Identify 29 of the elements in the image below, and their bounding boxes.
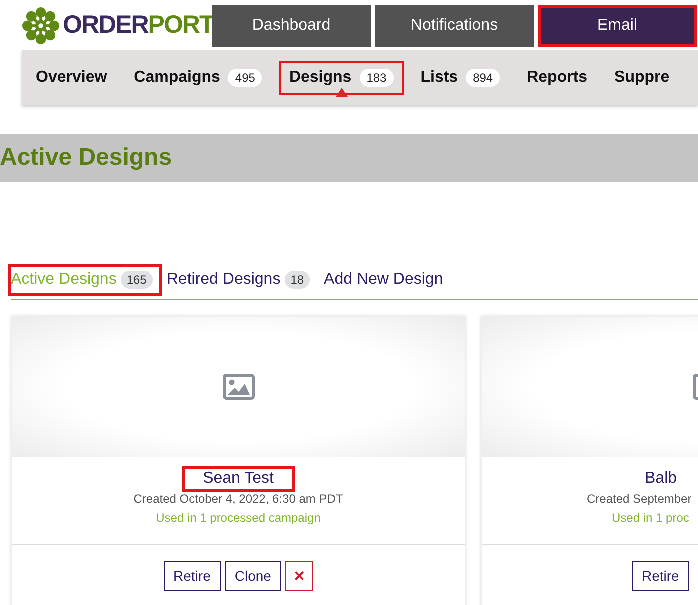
count-badge: 894	[466, 68, 500, 86]
design-name-link[interactable]: Balb	[645, 469, 678, 489]
tab[interactable]: Retired Designs 18	[166, 267, 316, 293]
sub-nav-link[interactable]: Suppre	[606, 62, 678, 92]
page-title: Active Designs	[0, 144, 172, 172]
sub-nav-link[interactable]: Reports	[519, 62, 596, 92]
sub-nav-link[interactable]: Lists 894	[412, 62, 508, 92]
logo-text: ORDERPORT	[63, 12, 214, 40]
sub-nav-link[interactable]: Campaigns 495	[126, 62, 270, 92]
created-date: Created October 4, 2022, 6:30 am PDT	[134, 492, 344, 506]
retire-button[interactable]: Retire	[164, 561, 221, 591]
tab[interactable]: Add New Design	[324, 267, 450, 293]
usage-text: Used in 1 proc	[612, 511, 690, 525]
retire-button[interactable]: Retire	[632, 561, 690, 591]
count-badge: 183	[360, 68, 394, 86]
nav-tab[interactable]: Email	[538, 5, 697, 47]
sub-nav-link[interactable]: Overview	[28, 62, 116, 92]
nav-tab[interactable]: Notifications	[375, 5, 534, 47]
usage-text: Used in 1 processed campaign	[156, 511, 321, 525]
count-badge: 18	[284, 271, 310, 289]
delete-button[interactable]: ×	[285, 561, 314, 591]
design-name-link[interactable]: Sean Test	[185, 469, 292, 489]
count-badge: 165	[120, 271, 153, 289]
nav-tab[interactable]: Dashboard	[212, 5, 371, 47]
created-date: Created September	[587, 492, 692, 506]
count-badge: 495	[228, 68, 262, 86]
clone-button[interactable]: Clone	[224, 561, 282, 591]
tab[interactable]: Active Designs 165	[11, 267, 159, 293]
sub-nav-link[interactable]: Designs 183	[281, 62, 402, 92]
